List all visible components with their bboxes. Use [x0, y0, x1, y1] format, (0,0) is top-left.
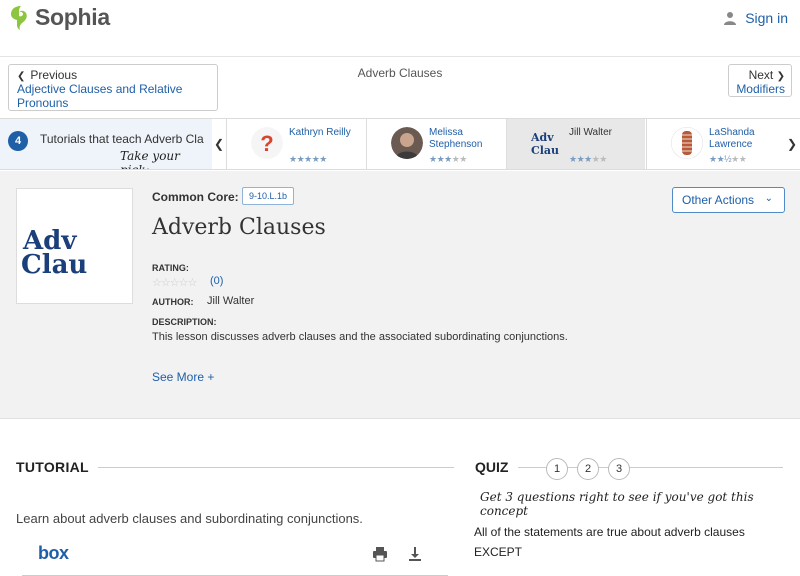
- teacher-name: Jill Walter: [569, 127, 612, 138]
- tutorials-text: Tutorials that teach Adverb Cla: [40, 132, 204, 146]
- box-viewer-toolbar: box: [22, 535, 448, 576]
- quiz-step-2[interactable]: 2: [577, 458, 599, 480]
- top-bar: Sophia Sign in: [0, 0, 800, 57]
- sophia-logo-icon: [11, 5, 27, 30]
- avatar: [671, 127, 703, 159]
- other-actions-label: Other Actions: [682, 193, 755, 207]
- quiz-step-3[interactable]: 3: [608, 458, 630, 480]
- divider: [98, 467, 454, 468]
- common-core-label: Common Core:: [152, 190, 239, 204]
- teacher-rating: ★★★★★: [569, 154, 607, 164]
- teacher-rating: ★★★★★: [289, 154, 327, 164]
- tutorial-heading: TUTORIAL: [16, 459, 89, 475]
- previous-label: Previous: [30, 68, 78, 82]
- quiz-hint: Get 3 questions right to see if you've g…: [480, 490, 754, 518]
- svg-text:?: ?: [260, 131, 273, 156]
- rating-label: RATING:: [152, 263, 189, 273]
- teacher-rating: ★★★★★: [429, 154, 467, 164]
- quiz-heading: QUIZ: [475, 459, 509, 475]
- tutorials-bar: 4 Tutorials that teach Adverb Cla Take y…: [0, 118, 800, 170]
- description-label: DESCRIPTION:: [152, 317, 217, 327]
- tutorial-count-badge: 4: [8, 131, 28, 151]
- avatar: ?: [251, 127, 283, 159]
- svg-text:Adv: Adv: [531, 131, 554, 144]
- take-your-pick: Take your pick:: [120, 149, 180, 169]
- teacher-card[interactable]: LaShanda Lawrence ★★½★★: [646, 119, 785, 169]
- logo-text: Sophia: [35, 4, 110, 30]
- rating-stars[interactable]: ☆☆☆☆☆: [152, 276, 197, 289]
- chevron-right-icon: ❯: [776, 71, 785, 82]
- author-name: Jill Walter: [207, 295, 255, 307]
- rating-count[interactable]: (0): [210, 275, 223, 287]
- chevron-left-icon: ❮: [17, 71, 26, 82]
- teacher-name: Kathryn Reilly: [289, 127, 351, 138]
- lesson-info: Adv Clau Common Core: 9-10.L.1b Other Ac…: [0, 171, 800, 419]
- lesson-nav: ❮ Previous Adjective Clauses and Relative…: [0, 58, 800, 118]
- chevron-down-icon: ⌄: [764, 193, 773, 204]
- user-icon: [724, 12, 737, 25]
- previous-button[interactable]: ❮ Previous Adjective Clauses and Relative…: [8, 64, 218, 111]
- sophia-logo[interactable]: Sophia: [8, 4, 110, 31]
- teacher-card-selected[interactable]: Adv Clau Jill Walter ★★★★★: [506, 119, 645, 169]
- nav-title: Adverb Clauses: [357, 66, 443, 80]
- box-logo: box: [38, 543, 69, 563]
- tutorial-lead: Learn about adverb clauses and subordina…: [16, 511, 363, 526]
- description-text: This lesson discusses adverb clauses and…: [152, 331, 568, 343]
- lesson-thumbnail: Adv Clau: [16, 188, 133, 304]
- next-button[interactable]: Next ❯ Modifiers: [728, 64, 792, 97]
- sign-in-label: Sign in: [745, 10, 788, 26]
- avatar: Adv Clau: [531, 127, 563, 159]
- print-icon[interactable]: [372, 546, 388, 562]
- teacher-name: Melissa Stephenson: [429, 127, 483, 150]
- other-actions-button[interactable]: Other Actions ⌄: [672, 187, 785, 213]
- scroll-right-arrow[interactable]: ❯: [785, 119, 799, 169]
- sign-in-link[interactable]: Sign in: [723, 10, 788, 26]
- teacher-card[interactable]: ? Kathryn Reilly ★★★★★: [226, 119, 365, 169]
- teacher-card[interactable]: Melissa Stephenson ★★★★★: [366, 119, 505, 169]
- lesson-title: Adverb Clauses: [152, 215, 326, 240]
- svg-text:Clau: Clau: [531, 144, 559, 157]
- avatar: [391, 127, 423, 159]
- common-core-tag[interactable]: 9-10.L.1b: [242, 187, 295, 205]
- next-label: Next: [748, 68, 774, 82]
- quiz-question: All of the statements are true about adv…: [474, 525, 745, 559]
- previous-lesson-link[interactable]: Adjective Clauses and Relative Pronouns: [17, 82, 209, 110]
- tutorials-intro: 4 Tutorials that teach Adverb Cla Take y…: [0, 119, 212, 169]
- see-more-link[interactable]: See More +: [152, 370, 214, 384]
- author-label: AUTHOR:: [152, 297, 194, 307]
- quiz-step-1[interactable]: 1: [546, 458, 568, 480]
- thumb-text-line2: Clau: [21, 250, 87, 280]
- download-icon[interactable]: [407, 546, 423, 562]
- teacher-name: LaShanda Lawrence: [709, 127, 755, 150]
- teacher-rating: ★★½★★: [709, 154, 747, 164]
- next-lesson-link[interactable]: Modifiers: [735, 82, 785, 96]
- scroll-left-arrow[interactable]: ❮: [212, 119, 226, 169]
